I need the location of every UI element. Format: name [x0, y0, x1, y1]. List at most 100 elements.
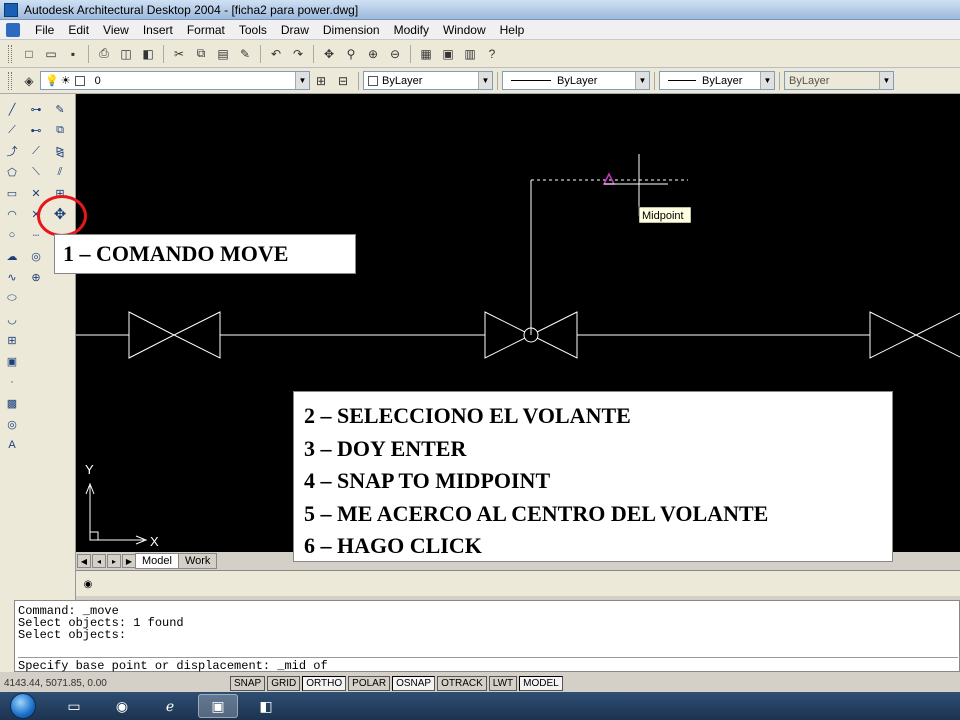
next-tab-icon[interactable]: ▸: [107, 554, 121, 568]
layer-previous-icon[interactable]: ⊟: [334, 72, 352, 90]
hatch-icon[interactable]: ▩: [2, 393, 22, 413]
lineweight-dropdown[interactable]: ByLayer ▼: [659, 71, 775, 90]
prev-tab-icon[interactable]: ◂: [92, 554, 106, 568]
fillet-icon[interactable]: ◎: [26, 246, 46, 266]
toolbar-grip[interactable]: [8, 44, 12, 63]
scale-icon[interactable]: ⊷: [26, 120, 46, 140]
menu-draw[interactable]: Draw: [274, 23, 316, 37]
ellipse-arc-icon[interactable]: ◡: [2, 309, 22, 329]
rectangle-icon[interactable]: ▭: [2, 183, 22, 203]
model-toggle[interactable]: MODEL: [519, 675, 563, 691]
color-dropdown[interactable]: ByLayer ▼: [363, 71, 493, 90]
menu-tools[interactable]: Tools: [232, 23, 274, 37]
arc-icon[interactable]: ◠: [2, 204, 22, 224]
layer-dropdown[interactable]: 💡 ☀ 0 ▼: [40, 71, 310, 90]
paste-icon[interactable]: ▤: [214, 45, 232, 63]
mirror-icon[interactable]: ⧎: [50, 141, 70, 161]
lwt-toggle[interactable]: LWT: [488, 675, 518, 691]
pan-icon[interactable]: ✥: [320, 45, 338, 63]
print-icon[interactable]: ⎙: [95, 45, 113, 63]
explode-icon[interactable]: ⊕: [26, 267, 46, 287]
presentation-icon[interactable]: ◧: [246, 694, 286, 718]
document-menu-icon[interactable]: [6, 22, 20, 37]
construction-line-icon[interactable]: ⟋: [2, 120, 22, 140]
zoom-window-icon[interactable]: ⊕: [364, 45, 382, 63]
grid-toggle[interactable]: GRID: [267, 675, 301, 691]
make-object-layer-current-icon[interactable]: ⊞: [312, 72, 330, 90]
linetype-dropdown[interactable]: ByLayer ▼: [502, 71, 650, 90]
rotate-icon[interactable]: ⊶: [26, 99, 46, 119]
copy-clip-icon[interactable]: ⧉: [192, 45, 210, 63]
menu-format[interactable]: Format: [180, 23, 232, 37]
tab-work[interactable]: Work: [177, 553, 218, 569]
menu-file[interactable]: File: [28, 23, 61, 37]
chevron-down-icon[interactable]: ▼: [879, 72, 893, 89]
explorer-icon[interactable]: ▭: [54, 694, 94, 718]
offset-icon[interactable]: ⫽: [50, 162, 70, 182]
open-file-icon[interactable]: ▭: [42, 45, 60, 63]
save-icon[interactable]: ▪: [64, 45, 82, 63]
media-player-icon[interactable]: ◉: [102, 694, 142, 718]
new-file-icon[interactable]: □: [20, 45, 38, 63]
line-icon[interactable]: ╱: [2, 99, 22, 119]
autocad-app-icon[interactable]: [4, 2, 18, 17]
plotstyle-dropdown[interactable]: ByLayer ▼: [784, 71, 894, 90]
spline-icon[interactable]: ∿: [2, 267, 22, 287]
menu-insert[interactable]: Insert: [136, 23, 180, 37]
osnap-toggle[interactable]: OSNAP: [392, 675, 436, 691]
erase-icon[interactable]: ✎: [50, 99, 70, 119]
help-icon[interactable]: ?: [483, 45, 501, 63]
match-properties-icon[interactable]: ✎: [236, 45, 254, 63]
horizontal-scrollbar[interactable]: ◉: [76, 570, 960, 596]
start-button[interactable]: [10, 693, 36, 719]
toolbar-grip[interactable]: [8, 71, 12, 90]
menu-dimension[interactable]: Dimension: [316, 23, 387, 37]
circle-icon[interactable]: ○: [2, 225, 22, 245]
insert-block-icon[interactable]: ⊞: [2, 330, 22, 350]
point-icon[interactable]: ·: [2, 372, 22, 392]
polar-toggle[interactable]: POLAR: [348, 675, 391, 691]
polyline-icon[interactable]: ⤴: [2, 141, 22, 161]
last-tab-icon[interactable]: ▶: [122, 554, 136, 568]
menu-help[interactable]: Help: [493, 23, 532, 37]
ortho-toggle[interactable]: ORTHO: [302, 675, 347, 691]
region-icon[interactable]: ◎: [2, 414, 22, 434]
first-tab-icon[interactable]: ◀: [77, 554, 91, 568]
zoom-previous-icon[interactable]: ⊖: [386, 45, 404, 63]
chevron-down-icon[interactable]: ▼: [760, 72, 774, 89]
chevron-down-icon[interactable]: ▼: [478, 72, 492, 89]
chevron-down-icon[interactable]: ▼: [635, 72, 649, 89]
polygon-icon[interactable]: ⬠: [2, 162, 22, 182]
command-input[interactable]: Specify base point or displacement: _mid…: [18, 657, 958, 672]
menu-view[interactable]: View: [96, 23, 136, 37]
properties-icon[interactable]: ▦: [417, 45, 435, 63]
extend-icon[interactable]: ✕: [26, 183, 46, 203]
stretch-icon[interactable]: ⟋: [26, 141, 46, 161]
snap-toggle[interactable]: SNAP: [230, 675, 266, 691]
scroll-control-icon[interactable]: ◉: [80, 576, 96, 592]
tab-model[interactable]: Model: [135, 553, 179, 569]
design-center-icon[interactable]: ▣: [439, 45, 457, 63]
browser-icon[interactable]: ℯ: [150, 694, 190, 718]
command-window[interactable]: Command: _move Select objects: 1 found S…: [14, 600, 960, 672]
coordinate-readout[interactable]: 4143.44, 5071.85, 0.00: [4, 678, 230, 689]
undo-icon[interactable]: ↶: [267, 45, 285, 63]
tool-palettes-icon[interactable]: ▥: [461, 45, 479, 63]
make-block-icon[interactable]: ▣: [2, 351, 22, 371]
copy-icon[interactable]: ⧉: [50, 120, 70, 140]
otrack-toggle[interactable]: OTRACK: [437, 675, 487, 691]
redo-icon[interactable]: ↷: [289, 45, 307, 63]
revision-cloud-icon[interactable]: ☁: [2, 246, 22, 266]
menu-edit[interactable]: Edit: [61, 23, 96, 37]
zoom-realtime-icon[interactable]: ⚲: [342, 45, 360, 63]
ellipse-icon[interactable]: ⬭: [2, 288, 22, 308]
autocad-task-icon[interactable]: ▣: [198, 694, 238, 718]
cut-icon[interactable]: ✂: [170, 45, 188, 63]
chevron-down-icon[interactable]: ▼: [295, 72, 309, 89]
plot-preview-icon[interactable]: ◫: [117, 45, 135, 63]
menu-window[interactable]: Window: [436, 23, 493, 37]
layer-manager-icon[interactable]: ◈: [20, 72, 38, 90]
publish-icon[interactable]: ◧: [139, 45, 157, 63]
text-icon[interactable]: A: [2, 435, 22, 455]
command-window-grip[interactable]: [0, 600, 14, 672]
